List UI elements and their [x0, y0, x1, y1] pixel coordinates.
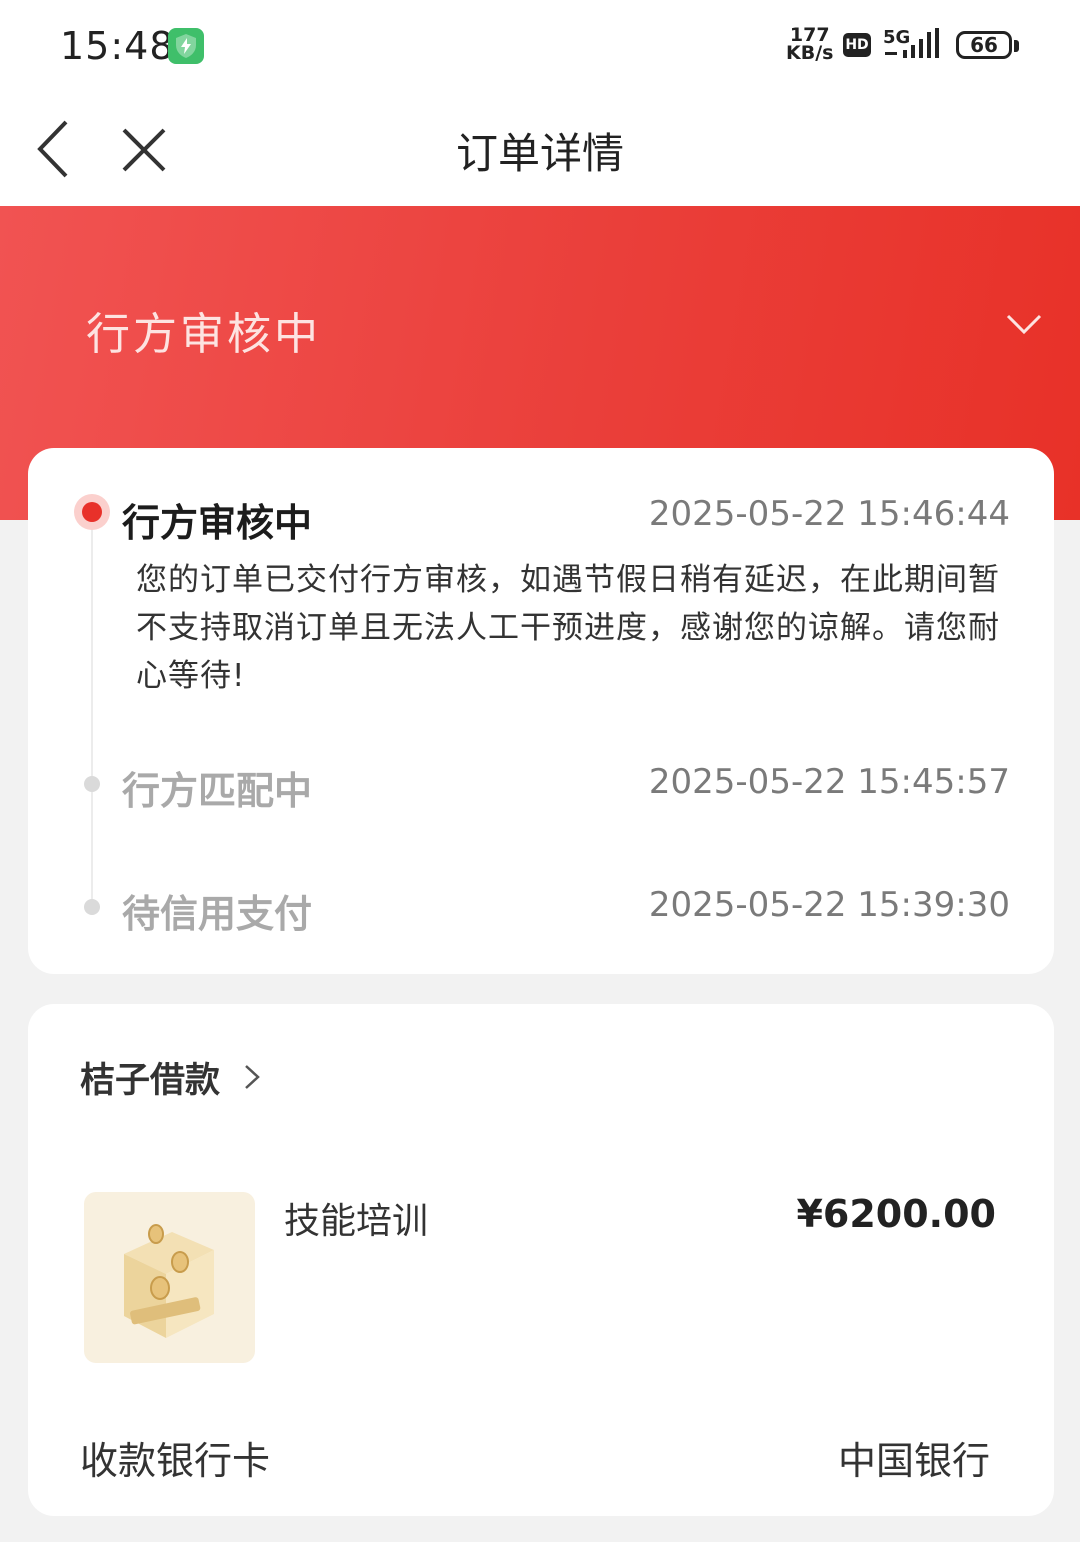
timeline-line — [91, 518, 93, 908]
step-title: 行方审核中 — [122, 501, 313, 545]
product-name: 技能培训 — [284, 1201, 429, 1242]
battery-icon: 66 — [956, 31, 1012, 59]
page-title: 订单详情 — [455, 129, 624, 178]
battery-tip — [1014, 40, 1019, 52]
order-card: 桔子借款 技能培训 ¥6200.00 收款银行卡 中国银行 — [28, 1004, 1054, 1516]
step-title: 待信用支付 — [122, 892, 313, 936]
banner-status-title: 行方审核中 — [86, 309, 321, 360]
hd-badge: HD — [843, 33, 871, 57]
timeline-dot — [84, 899, 100, 915]
bank-card-value: 中国银行 — [837, 1439, 990, 1483]
status-bar: 15:48 177 KB/s HD 5G 66 — [0, 0, 1080, 92]
chevron-right-icon — [245, 1065, 260, 1089]
step-title: 行方匹配中 — [122, 769, 313, 813]
step-time: 2025-05-22 15:45:57 — [648, 762, 1010, 802]
timeline-dot — [84, 776, 100, 792]
step-time: 2025-05-22 15:46:44 — [648, 494, 1010, 534]
progress-card: 行方审核中 2025-05-22 15:46:44 您的订单已交付行方审核，如遇… — [28, 448, 1054, 974]
security-shield-icon — [168, 28, 204, 64]
coin-box-icon — [124, 1224, 214, 1338]
signal-5g-icon: 5G — [883, 27, 939, 58]
product-image — [84, 1192, 255, 1363]
network-type-label: 5G — [883, 27, 910, 48]
nav-bar: 订单详情 — [0, 92, 1080, 206]
product-price: ¥6200.00 — [796, 1192, 996, 1236]
step-time: 2025-05-22 15:39:30 — [648, 885, 1010, 925]
network-speed: 177 KB/s — [786, 26, 834, 64]
chevron-down-icon — [1006, 314, 1042, 335]
merchant-link[interactable]: 桔子借款 — [80, 1052, 220, 1103]
expand-button[interactable] — [1004, 308, 1044, 338]
step-description: 您的订单已交付行方审核，如遇节假日稍有延迟，在此期间暂不支持取消订单且无法人工干… — [136, 562, 1000, 694]
network-speed-unit: KB/s — [786, 42, 834, 64]
bank-card-label: 收款银行卡 — [80, 1439, 271, 1483]
timeline-dot-active — [74, 494, 110, 530]
status-time: 15:48 — [60, 24, 175, 68]
